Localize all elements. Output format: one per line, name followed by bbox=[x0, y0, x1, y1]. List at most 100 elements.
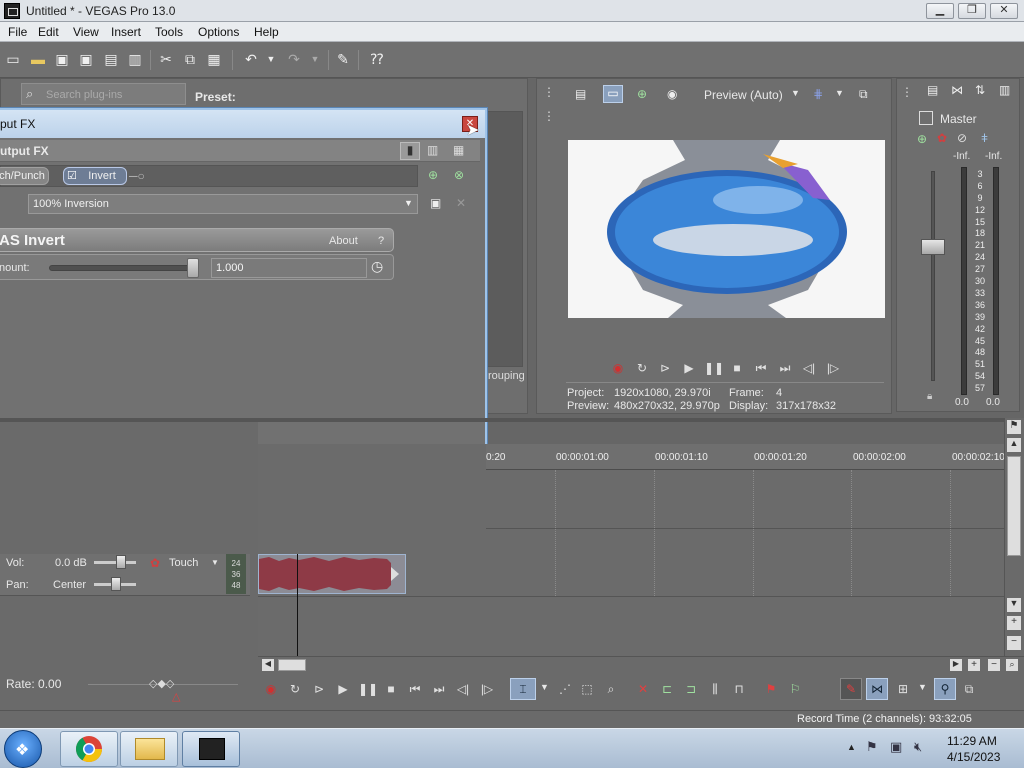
menu-options[interactable]: Options bbox=[198, 25, 239, 39]
pause-icon[interactable]: ❚❚ bbox=[704, 360, 724, 376]
undo-dropdown-icon[interactable]: ▼ bbox=[262, 50, 280, 68]
lock-envelopes-icon[interactable]: ⚲ bbox=[934, 678, 956, 700]
view-double-icon[interactable]: ▥ bbox=[427, 143, 438, 157]
audio-track-header[interactable]: Vol: 0.0 dB ✿ Touch ▼ Pan: Center 24 36 … bbox=[0, 554, 250, 596]
zoom-out-icon[interactable]: − bbox=[1007, 636, 1021, 650]
pan-slider-thumb[interactable] bbox=[111, 577, 121, 591]
chevron-down-icon[interactable]: ▼ bbox=[791, 88, 800, 98]
go-to-start-icon[interactable]: ⏮ bbox=[752, 360, 770, 376]
chevron-down-icon[interactable]: ▼ bbox=[211, 558, 219, 567]
record-icon[interactable]: ◉ bbox=[609, 360, 627, 376]
amount-slider-thumb[interactable] bbox=[187, 258, 199, 278]
save-preset-icon[interactable]: ▣ bbox=[430, 196, 441, 210]
open-folder-icon[interactable]: ▬ bbox=[29, 50, 47, 68]
lock-icon[interactable]: 🔒︎ bbox=[927, 391, 932, 402]
maximize-button[interactable]: ❐ bbox=[958, 3, 986, 19]
auto-ripple-icon[interactable]: ⊞ bbox=[894, 681, 912, 697]
menu-view[interactable]: View bbox=[73, 25, 99, 39]
search-box[interactable]: ⌕ Search plug-ins bbox=[21, 83, 186, 105]
vegas-taskbar-button[interactable] bbox=[182, 731, 240, 767]
menu-insert[interactable]: Insert bbox=[111, 25, 141, 39]
mixer-view-icon[interactable]: ▥ bbox=[999, 83, 1010, 97]
master-solo-icon[interactable]: ⊘ bbox=[957, 131, 967, 145]
normal-edit-tool-icon[interactable]: ⌶ bbox=[510, 678, 536, 700]
auto-crossfade-icon[interactable]: ⋈ bbox=[866, 678, 888, 700]
ignore-grouping-icon[interactable]: ✎ bbox=[840, 678, 862, 700]
copy-icon[interactable]: ⧉ bbox=[181, 50, 199, 68]
menu-file[interactable]: File bbox=[8, 25, 27, 39]
vertical-scrollbar[interactable]: ⚑ ▲ ▼ + − bbox=[1004, 418, 1024, 658]
paste-icon[interactable]: ▦ bbox=[205, 50, 223, 68]
render-icon[interactable]: ▤ bbox=[102, 50, 120, 68]
checkbox-checked-icon[interactable]: ☑ bbox=[67, 168, 77, 184]
cut-icon[interactable]: ✂ bbox=[157, 50, 175, 68]
preview-quality-dropdown[interactable]: Preview (Auto) bbox=[704, 88, 783, 102]
loop-playback-icon[interactable]: ↻ bbox=[633, 360, 651, 376]
show-hidden-icons-icon[interactable]: ▲ bbox=[847, 742, 856, 752]
animate-clock-icon[interactable]: ◷ bbox=[371, 258, 383, 275]
trim-end-icon[interactable]: ⊐ bbox=[682, 681, 700, 697]
insert-region-icon[interactable]: ⚐ bbox=[786, 681, 804, 697]
action-center-icon[interactable]: ⚑ bbox=[866, 739, 878, 755]
save-icon[interactable]: ▣ bbox=[53, 50, 71, 68]
hscroll-thumb[interactable] bbox=[278, 659, 306, 671]
clock-time[interactable]: 11:29 AM bbox=[947, 734, 997, 748]
master-fader-track[interactable] bbox=[931, 171, 935, 381]
snapping-icon[interactable]: ⧉ bbox=[960, 681, 978, 697]
menu-tools[interactable]: Tools bbox=[155, 25, 183, 39]
previous-frame-icon[interactable]: ◁| bbox=[800, 360, 818, 376]
new-icon[interactable]: ▭ bbox=[4, 50, 22, 68]
play-icon[interactable]: ▶ bbox=[680, 360, 698, 376]
audio-event-clip[interactable] bbox=[258, 554, 406, 594]
vol-slider-thumb[interactable] bbox=[116, 555, 126, 569]
automation-icon[interactable]: ✿ bbox=[150, 556, 160, 570]
undo-icon[interactable]: ↶ bbox=[242, 50, 260, 68]
start-button[interactable]: ❖ bbox=[4, 730, 42, 768]
go-to-end-icon[interactable]: ⏭ bbox=[430, 681, 448, 697]
trim-start-icon[interactable]: ⊏ bbox=[658, 681, 676, 697]
overlays-grid-icon[interactable]: ⋕ bbox=[813, 87, 823, 101]
chevron-down-icon[interactable]: ▼ bbox=[540, 682, 549, 692]
time-ruler[interactable]: 0:20 00:00:01:00 00:00:01:10 00:00:01:20… bbox=[486, 444, 1005, 470]
scroll-right-icon[interactable]: ▶ bbox=[950, 659, 962, 671]
zoom-tool-icon[interactable]: ⌕ bbox=[1006, 659, 1018, 671]
stop-icon[interactable]: ■ bbox=[382, 681, 400, 697]
automation-mode[interactable]: Touch bbox=[169, 557, 198, 569]
stop-icon[interactable]: ■ bbox=[728, 360, 746, 376]
dim-output-icon[interactable]: ⇅ bbox=[975, 83, 985, 97]
scroll-down-icon[interactable]: ▼ bbox=[1007, 598, 1021, 612]
video-fx-icon[interactable]: ⊕ bbox=[637, 87, 647, 101]
split-screen-icon[interactable]: ◉ bbox=[667, 87, 677, 101]
downmix-icon[interactable]: ⋈ bbox=[951, 83, 963, 97]
amount-input[interactable]: 1.000 bbox=[211, 258, 367, 278]
play-from-start-icon[interactable]: ⊳ bbox=[656, 360, 674, 376]
clock-date[interactable]: 4/15/2023 bbox=[947, 750, 1000, 764]
vegas-app-icon[interactable] bbox=[4, 3, 20, 19]
amount-slider-track[interactable] bbox=[49, 265, 199, 271]
master-fader-thumb[interactable] bbox=[921, 239, 945, 255]
go-to-start-icon[interactable]: ⏮ bbox=[406, 681, 424, 697]
chevron-down-icon[interactable]: ▼ bbox=[835, 88, 844, 98]
playhead-cursor[interactable] bbox=[297, 554, 298, 656]
selection-tool-icon[interactable]: ⬚ bbox=[578, 681, 596, 697]
zoom-in-icon[interactable]: + bbox=[1007, 616, 1021, 630]
preview-properties-icon[interactable]: ▤ bbox=[575, 87, 586, 101]
view-single-icon[interactable]: ▮ bbox=[400, 142, 420, 160]
scroll-left-icon[interactable]: ◀ bbox=[262, 659, 274, 671]
remove-plugin-icon[interactable]: ⊗ bbox=[454, 168, 464, 182]
redo-dropdown-icon[interactable]: ▼ bbox=[306, 50, 324, 68]
redo-icon[interactable]: ↷ bbox=[285, 50, 303, 68]
volume-muted-icon[interactable]: 🔇︎ bbox=[914, 739, 922, 755]
view-triple-icon[interactable]: ▦ bbox=[453, 143, 464, 157]
network-icon[interactable]: ▣ bbox=[890, 739, 902, 755]
scrollbar-thumb[interactable] bbox=[1007, 456, 1021, 556]
rate-slider-thumb[interactable]: ◇◆◇ bbox=[149, 677, 174, 690]
master-fx-icon[interactable]: ⊕ bbox=[917, 132, 927, 146]
enable-snapping-icon[interactable]: ✎ bbox=[334, 50, 352, 68]
loop-playback-icon[interactable]: ↻ bbox=[286, 681, 304, 697]
minimize-button[interactable]: ▁ bbox=[926, 3, 954, 19]
delete-preset-icon[interactable]: ✕ bbox=[456, 196, 466, 210]
help-button[interactable]: ? bbox=[378, 235, 384, 247]
menu-edit[interactable]: Edit bbox=[38, 25, 59, 39]
pause-icon[interactable]: ❚❚ bbox=[358, 681, 378, 697]
